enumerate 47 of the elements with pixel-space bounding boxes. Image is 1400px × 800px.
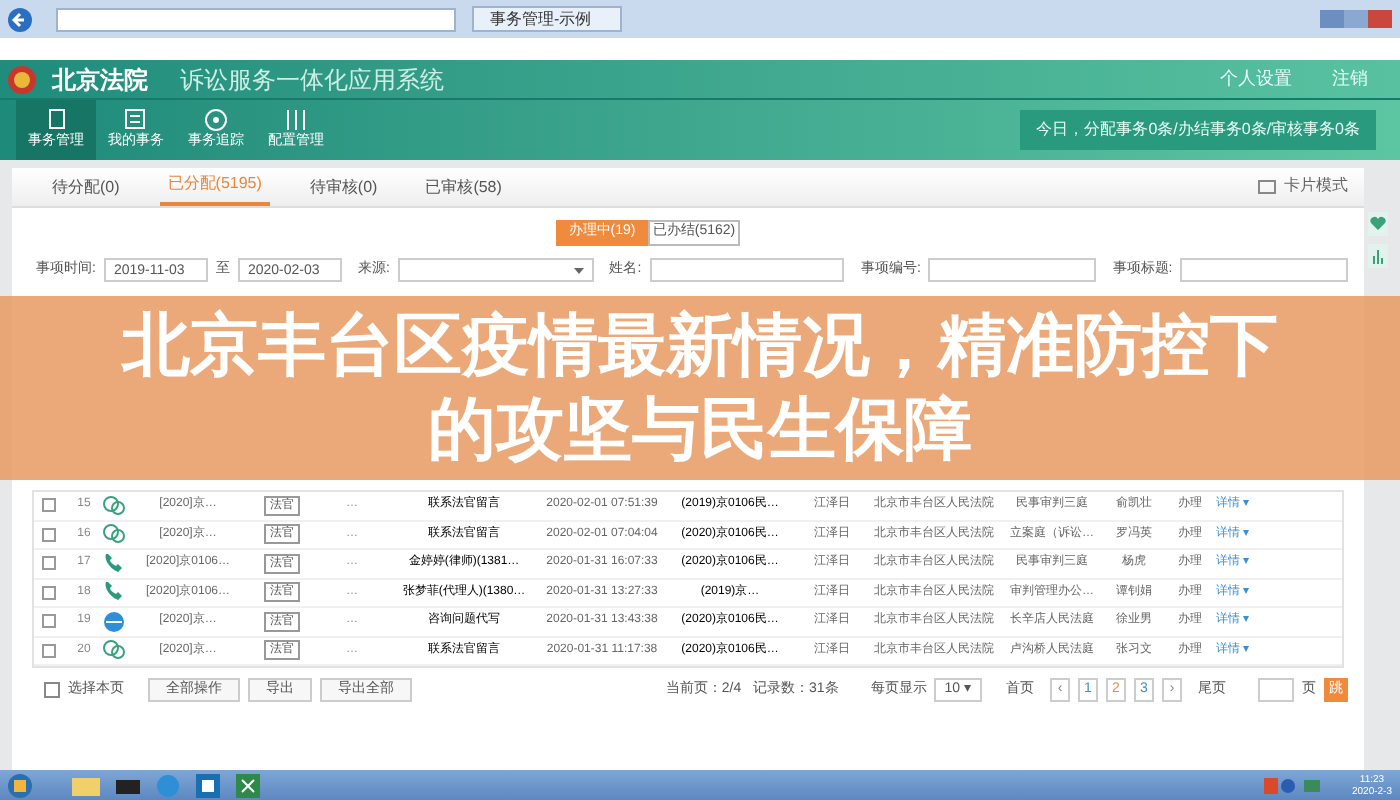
input-field[interactable]: [1180, 258, 1349, 282]
nav-icon: [204, 107, 228, 132]
phone-icon: [102, 580, 126, 605]
caret-icon: [573, 267, 584, 273]
nav-icon: [44, 107, 68, 132]
app-window-icon: [196, 773, 220, 797]
header-link[interactable]: 注销: [1332, 65, 1368, 93]
row-checkbox[interactable]: [42, 614, 56, 629]
chat-bubbles-icon: [102, 522, 126, 547]
select-field[interactable]: [397, 258, 594, 282]
view-mode-button[interactable]: 卡片模式: [1258, 174, 1348, 206]
tab[interactable]: 已审核(58): [417, 176, 510, 206]
header-link[interactable]: 个人设置: [1220, 65, 1292, 93]
input-field[interactable]: [928, 258, 1097, 282]
window-controls-icon: [1320, 10, 1392, 28]
back-icon: [8, 7, 32, 31]
nav-icon: [284, 107, 308, 132]
chat-bubbles-icon: [102, 638, 126, 663]
row-checkbox[interactable]: [42, 556, 56, 571]
address-field[interactable]: [56, 7, 456, 31]
tray-icon: [1263, 777, 1320, 793]
input-field[interactable]: [649, 258, 845, 282]
phone-icon: [102, 551, 126, 576]
row-checkbox[interactable]: [42, 498, 56, 513]
start-icon: [8, 773, 32, 797]
tab[interactable]: 待分配(0): [44, 176, 128, 206]
page-input-field[interactable]: [1258, 678, 1294, 702]
browser-icon: [156, 773, 180, 797]
system-title: 诉讼服务一体化应用系统: [180, 63, 444, 97]
heart-icon: [1368, 212, 1388, 236]
logo-text: 北京法院: [52, 63, 148, 97]
chat-bubbles-icon: [102, 493, 126, 518]
folder-icon: [72, 775, 100, 795]
row-checkbox[interactable]: [42, 585, 56, 600]
headline-text: 北京丰台区疫情最新情况，精准防控下的攻坚与民生保障: [120, 306, 1280, 472]
tab[interactable]: 已分配(5195): [159, 172, 270, 206]
notice-banner: 今日，分配事务0条/办结事务0条/审核事务0条: [1020, 110, 1376, 150]
bar-chart-icon: [1368, 244, 1388, 268]
browser-tab[interactable]: 事务管理-示例: [472, 6, 622, 32]
emblem-icon: [8, 65, 36, 93]
row-checkbox[interactable]: [42, 527, 56, 542]
spreadsheet-icon: [236, 773, 260, 797]
tab[interactable]: 待审核(0): [301, 176, 386, 206]
card-icon: [1258, 179, 1276, 193]
row-checkbox[interactable]: [42, 643, 56, 658]
nav-icon: [124, 107, 148, 132]
select-page-checkbox[interactable]: [44, 682, 60, 698]
